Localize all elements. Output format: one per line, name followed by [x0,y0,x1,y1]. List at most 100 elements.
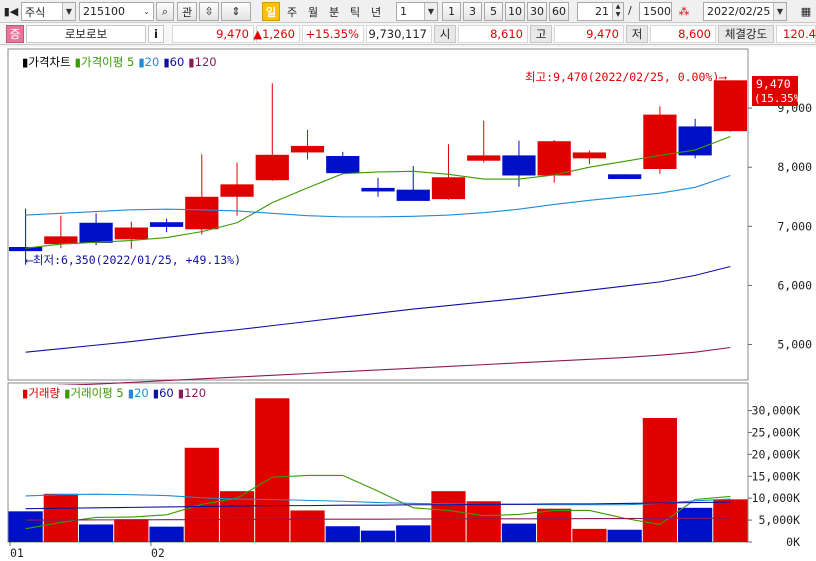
period-minute-button[interactable]: 분 [325,2,343,21]
total-count-input[interactable]: 1500 [639,2,672,21]
strength-label: 체결강도 [718,25,774,43]
legend-ma120: 120 [194,55,217,69]
change-percent: +15.35% [302,25,364,43]
low-price: 8,600 [650,25,716,43]
period-week-button[interactable]: 주 [283,2,301,21]
candle-body [44,236,78,245]
legend-ma120-group: ▮120 [188,55,217,69]
watch-button[interactable]: 관 [177,2,197,21]
candle-body [678,126,712,156]
price-change: ▲1,260 [253,25,300,43]
price-y-tick-label: 7,000 [777,219,812,233]
unit-5-button[interactable]: 5 [484,2,503,21]
candle-body [149,222,184,227]
prev-next-stepper[interactable]: ⇕ [221,2,251,21]
unit-60-label: 60 [552,5,566,18]
legend-ma60: 60 [169,55,185,69]
volume-bar [501,523,537,542]
watch-button-label: 관 [181,5,193,19]
vol-legend-ma5: 5 [116,386,124,400]
period-month-button[interactable]: 월 [304,2,322,21]
vol-legend-ma120: 120 [184,386,207,400]
legend-ma20: 20 [144,55,160,69]
market-badge: 증 [6,25,24,43]
current-price: 9,470 [172,25,254,43]
chart-area[interactable]: 5,000 6,000 7,000 8,000 9,000 0K 5,000K 10,000K… [0,47,816,561]
info-button[interactable]: i [148,25,164,43]
refresh-icon: ⇳ [204,5,214,18]
volume-legend-title-text: 거래량 [28,386,61,400]
price-y-tick-label: 6,000 [777,278,812,292]
volume-bar [255,398,290,542]
unit-3-button[interactable]: 3 [463,2,482,21]
count-spinner[interactable]: ▲ ▼ [612,3,623,20]
panel-toggle-icon[interactable]: ▮◀ [2,2,20,21]
volume-y-tick-label: 25,000K [752,425,801,439]
stock-name: 로보로보 [26,25,146,43]
date-select[interactable]: 2022/02/25 ▼ [703,2,787,21]
unit-1-button[interactable]: 1 [442,2,461,21]
candle-body [643,114,677,169]
candle-body [9,247,43,252]
candle-body [396,189,430,201]
period-year-label: 년 [370,5,382,19]
candle-body [431,177,466,200]
period-tick-label: 틱 [349,5,361,19]
volume-bar [678,507,713,542]
updown-icon: ⇕ [231,5,241,18]
candle-body [220,184,254,197]
volume-bar [396,525,431,542]
candle-body [467,155,501,161]
period-day-button[interactable]: 일 [262,2,280,21]
candle-body [79,222,113,243]
slash-separator: / [628,4,632,17]
unit-30-label: 30 [530,5,544,18]
price-panel-frame [7,48,749,381]
chart-settings-icon[interactable]: ▦ [797,2,815,21]
chevron-down-icon[interactable]: ⌄ [140,3,153,20]
refresh-button[interactable]: ⇳ [199,2,219,21]
chevron-down-icon[interactable]: ▼ [424,3,437,20]
chevron-down-icon[interactable]: ▼ [62,3,75,20]
volume-bar [466,501,501,542]
grid-settings-icon[interactable]: ⁂ [675,2,693,21]
volume-bar [325,526,360,542]
volume-bar [431,491,466,542]
volume-bar [149,526,184,542]
legend-ma20-group: ▮20 [138,55,160,69]
search-button[interactable]: ⌕ [156,2,174,21]
chevron-down-icon[interactable]: ▼ [773,3,786,20]
count-input[interactable]: 21 ▲ ▼ [577,2,624,21]
chart-window: { "toolbar": { "market": "주식", "code": "… [0,0,816,561]
trade-volume: 9,730,117 [366,25,432,43]
price-y-tick-label: 8,000 [777,160,812,174]
price-legend: ▮가격차트 ▮가격이평 5 ▮20 ▮60 ▮120 [22,54,217,70]
total-count-value: 1500 [643,5,671,18]
volume-bar [572,528,607,542]
unit-10-button[interactable]: 10 [505,2,525,21]
unit-select[interactable]: 1 ▼ [396,2,438,21]
volume-bar [607,529,642,542]
stock-code-input[interactable]: 215100 ⌄ [79,2,154,21]
unit-select-value: 1 [400,5,407,18]
period-minute-label: 분 [328,5,340,19]
strength-value: 120.4 [776,25,816,43]
unit-60-button[interactable]: 60 [549,2,569,21]
x-axis-label: 01 [10,546,24,560]
vol-legend-ma-label: 거래이평 [70,386,113,400]
legend-ma-label: 가격이평 [81,55,124,69]
unit-30-button[interactable]: 30 [527,2,547,21]
low-label: 저 [626,25,648,43]
chart-canvas[interactable]: 5,0006,0007,0008,0009,0000K5,000K10,000K… [0,47,816,561]
period-tick-button[interactable]: 틱 [346,2,364,21]
unit-10-label: 10 [508,5,522,18]
x-axis-label: 02 [151,546,165,560]
vol-legend-ma120-group: ▮120 [177,386,207,400]
open-label: 시 [434,25,456,43]
vol-legend-ma20-group: ▮20 [127,386,149,400]
period-year-button[interactable]: 년 [367,2,385,21]
volume-y-tick-label: 10,000K [752,491,801,505]
last-price-percent: (15.35%) [754,92,807,105]
market-select[interactable]: 주식 ▼ [21,2,76,21]
legend-ma5: 5 [127,55,135,69]
